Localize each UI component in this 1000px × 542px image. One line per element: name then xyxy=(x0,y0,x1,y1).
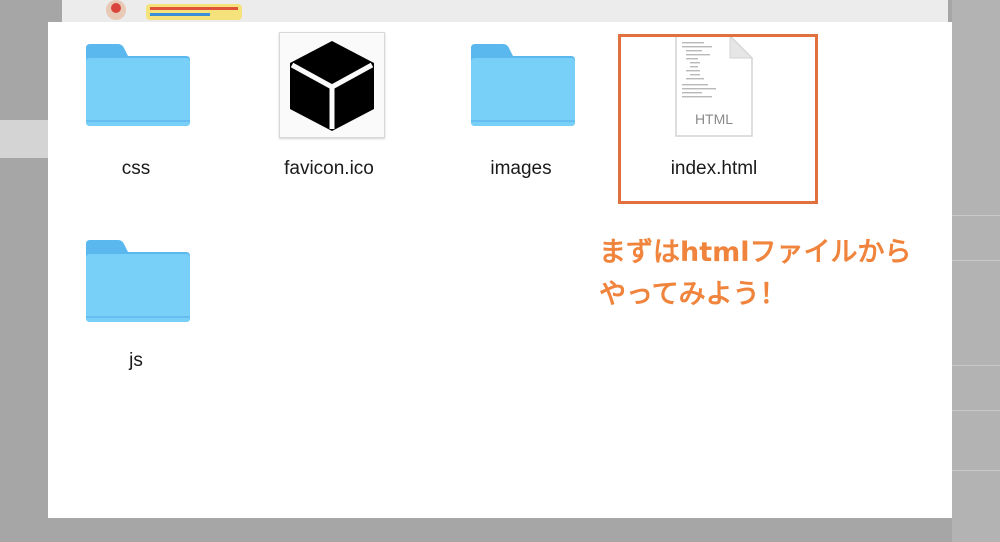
callout-annotation: まずはhtmlファイルから やってみよう！ xyxy=(599,232,949,316)
background-logo-icon xyxy=(104,0,254,24)
folder-icon xyxy=(86,44,190,126)
file-item-label: images xyxy=(490,158,552,179)
callout-line-2: やってみよう！ xyxy=(599,279,787,310)
folder-icon xyxy=(86,240,190,322)
file-item-js[interactable]: js xyxy=(48,218,224,371)
file-item-label: favicon.ico xyxy=(284,158,374,179)
file-item-label: css xyxy=(121,158,151,179)
finder-window: css favicon.ico images index.html HTML j… xyxy=(48,22,952,518)
selection-highlight-box xyxy=(618,34,818,204)
folder-icon xyxy=(471,44,575,126)
callout-line-1: まずはhtmlファイルから xyxy=(599,237,912,268)
background-right-edge xyxy=(952,0,1000,542)
file-item-css[interactable]: css xyxy=(48,22,224,179)
file-item-images[interactable]: images xyxy=(433,22,609,179)
file-item-label: js xyxy=(129,350,143,371)
favicon-cube-icon xyxy=(279,32,385,138)
